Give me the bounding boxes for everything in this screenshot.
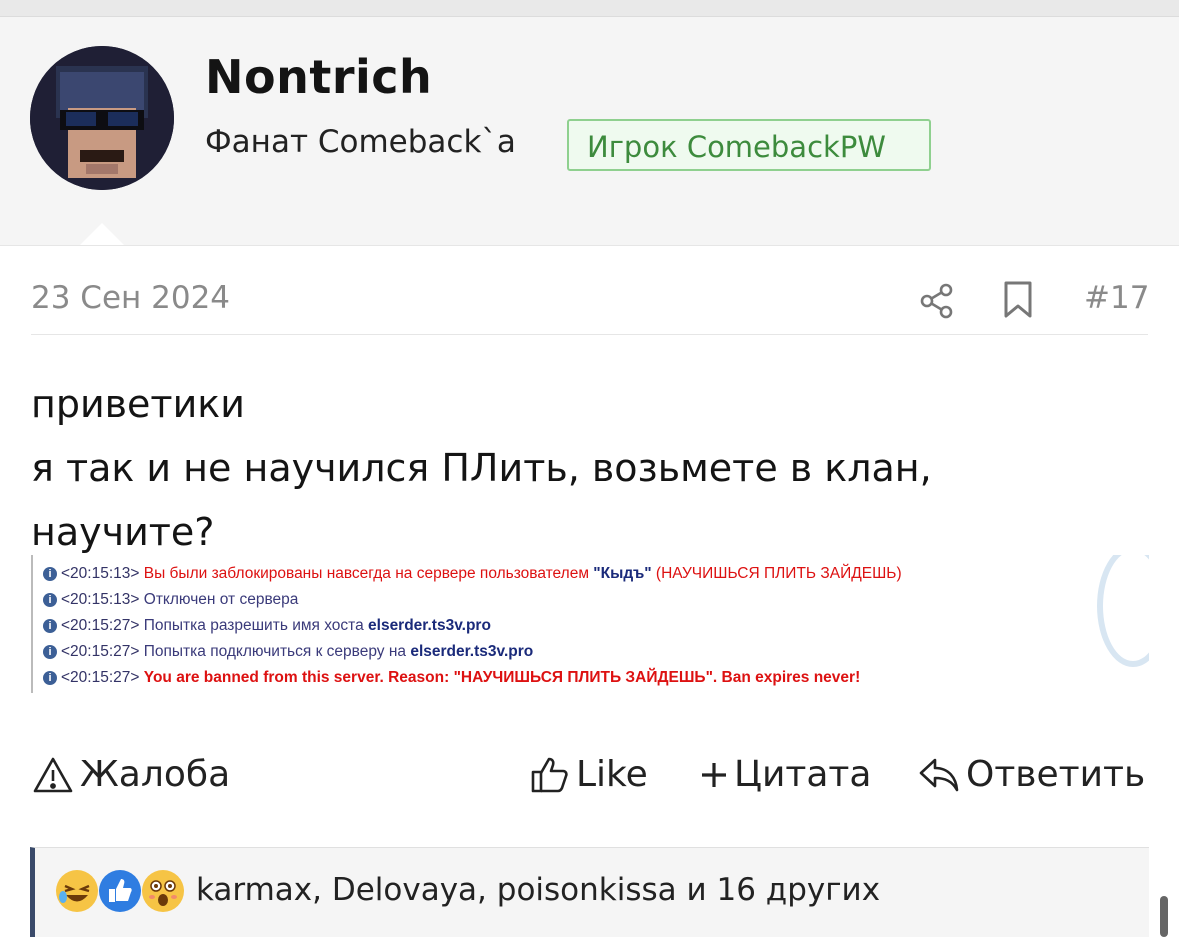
log-text: You are banned from this server. Reason:… [143,669,861,686]
log-text: Попытка разрешить имя хоста [143,617,369,634]
share-icon[interactable] [918,282,956,320]
report-label: Жалоба [80,754,231,795]
report-button[interactable]: Жалоба [32,754,230,795]
log-time: <20:15:13> [61,565,140,582]
info-icon: i [43,644,57,659]
thumbs-up-icon [531,757,568,792]
top-strip [0,0,1179,17]
plus-icon [702,762,726,787]
quote-label: Цитата [734,754,872,795]
log-text: Попытка подключиться к серверу на [143,643,411,660]
laughing-emoji-icon[interactable] [56,870,98,912]
warning-icon [33,757,73,792]
surprised-emoji-icon[interactable] [142,870,184,912]
log-text: elserder.ts3v.pro [368,617,491,634]
log-row: i <20:15:27> Попытка разрешить имя хоста … [43,614,491,638]
message-line: я так и не научился ПЛить, возьмете в кл… [31,446,932,490]
reply-button[interactable]: Ответить [918,754,1145,795]
bookmark-icon[interactable] [1002,280,1034,320]
post-number[interactable]: #17 [1084,280,1149,316]
log-row: i <20:15:27> You are banned from this ser… [43,666,860,690]
log-text: elserder.ts3v.pro [410,643,534,660]
log-text: "Кыдъ" [593,565,652,582]
reply-label: Ответить [966,754,1146,795]
like-emoji-icon[interactable] [99,870,141,912]
log-time: <20:15:27> [61,643,140,660]
reply-icon [919,758,959,791]
reactions-list[interactable]: karmax, Delovaya, poisonkissa и 16 други… [196,872,880,908]
log-time: <20:15:27> [61,617,140,634]
log-text: (НАУЧИШЬСЯ ПЛИТЬ ЗАЙДЕШЬ) [651,565,902,582]
username[interactable]: Nontrich [205,50,432,104]
divider [31,334,1148,335]
screenshot-decoration [1097,555,1149,667]
message-arrow [80,223,124,245]
info-icon: i [43,592,57,607]
quote-button[interactable]: Цитата [700,754,871,795]
like-button[interactable]: Like [530,754,648,795]
attached-screenshot[interactable]: i <20:15:13> Вы были заблокированы навсег… [31,555,1149,693]
scrollbar[interactable] [1160,896,1168,937]
log-text: Отключен от сервера [143,591,299,608]
post-date[interactable]: 23 Сен 2024 [31,280,230,316]
message-line: приветики [31,382,245,426]
info-icon: i [43,618,57,633]
info-icon: i [43,566,57,581]
log-text: Вы были заблокированы навсегда на сервер… [143,565,594,582]
log-row: i <20:15:27> Попытка подключиться к серве… [43,640,533,664]
user-title: Фанат Comeback`a [205,124,516,160]
avatar[interactable] [30,46,174,190]
user-badge: Игрок ComebackPW [567,119,931,171]
log-row: i <20:15:13> Вы были заблокированы навсег… [43,562,902,586]
post-message: приветики я так и не научился ПЛить, воз… [31,372,1131,564]
log-row: i <20:15:13> Отключен от сервера [43,588,298,612]
log-time: <20:15:13> [61,591,140,608]
like-label: Like [576,754,648,795]
info-icon: i [43,670,57,685]
log-time: <20:15:27> [61,669,140,686]
